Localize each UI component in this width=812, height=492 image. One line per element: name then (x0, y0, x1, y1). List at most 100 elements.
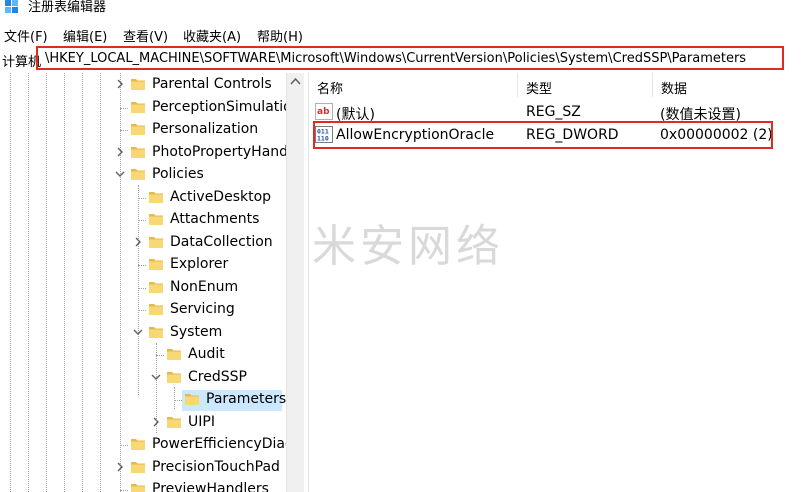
tree-node-label: DataCollection (170, 233, 273, 250)
column-header-label: 数据 (661, 82, 688, 97)
value-row-default[interactable]: ab (默认) REG_SZ (数值未设置) (309, 101, 812, 123)
tree-node-label: PhotoPropertyHand (152, 143, 286, 160)
tree-node[interactable]: Servicing (0, 299, 282, 321)
watermark: 米安网络 (312, 221, 504, 272)
folder-icon (131, 124, 145, 135)
tree-node[interactable]: ActiveDesktop (0, 187, 282, 209)
folder-icon (149, 214, 163, 225)
tree-node-label: PreviewHandlers (152, 481, 269, 492)
key-tree: Parental Controls PerceptionSimulatio Pers… (0, 73, 286, 492)
values-list: 名称 类型 数据 ab (默认) REG_SZ (数值未设置) 011 110 … (309, 73, 812, 492)
tree-node-label: Audit (188, 346, 225, 362)
tree-branch-line (138, 310, 146, 311)
tree-node[interactable]: NonEnum (0, 277, 282, 299)
menu-help[interactable]: 帮助(H) (257, 26, 303, 45)
tree-branch-line (120, 130, 128, 131)
tree-branch-line (120, 445, 128, 446)
tree-node[interactable]: Attachments (0, 209, 282, 231)
folder-icon (131, 79, 145, 90)
tree-scrollbar[interactable] (286, 73, 304, 492)
tree-branch-line (138, 287, 146, 289)
value-type: REG_SZ (526, 104, 581, 120)
folder-icon (167, 349, 181, 360)
tree-node[interactable]: DataCollection (0, 232, 282, 254)
tree-node-label: PrecisionTouchPad (152, 458, 280, 475)
chevron-right-icon[interactable] (114, 78, 126, 90)
tree-node[interactable]: PreviewHandlers (0, 479, 282, 492)
tree-node[interactable]: PrecisionTouchPad (0, 457, 282, 479)
window-title: 注册表编辑器 (28, 0, 107, 15)
tree-node[interactable]: CredSSP (0, 367, 282, 389)
folder-icon (185, 394, 199, 405)
menu-file[interactable]: 文件(F) (4, 26, 48, 45)
tree-node-label: Attachments (170, 211, 260, 227)
tree-node-label: Parental Controls (152, 76, 272, 92)
tree-node[interactable]: System (0, 322, 282, 344)
tree-node[interactable]: Explorer (0, 254, 282, 276)
tree-node[interactable]: Policies (0, 164, 282, 186)
tree-branch-line (138, 197, 146, 199)
folder-icon (167, 416, 181, 428)
folder-icon (149, 259, 163, 270)
chevron-down-icon[interactable] (114, 168, 126, 180)
tree-node-label: Parameters (206, 391, 286, 407)
column-header-data[interactable]: 数据 (653, 73, 812, 97)
column-header-label: 名称 (317, 82, 344, 97)
tree-node[interactable]: Personalization (0, 119, 282, 141)
tree-node[interactable]: Parental Controls (0, 74, 282, 96)
chevron-right-icon[interactable] (132, 236, 144, 248)
menu-bar: 文件(F) 编辑(E) 查看(V) 收藏夹(A) 帮助(H) (0, 24, 812, 45)
folder-icon (167, 371, 181, 383)
column-header-type[interactable]: 类型 (518, 73, 652, 97)
tree-node[interactable]: PerceptionSimulatio (0, 97, 286, 119)
chevron-right-icon[interactable] (114, 461, 126, 473)
address-path[interactable]: \HKEY_LOCAL_MACHINE\SOFTWARE\Microsoft\W… (45, 51, 746, 66)
string-value-icon: ab (315, 103, 333, 120)
menu-edit[interactable]: 编辑(E) (63, 26, 107, 45)
tree-node-label: System (170, 323, 223, 340)
chevron-right-icon[interactable] (150, 416, 162, 428)
column-header-name[interactable]: 名称 (309, 73, 517, 97)
tree-node-label: PerceptionSimulatio (152, 98, 286, 115)
tree-node-label: CredSSP (188, 368, 247, 385)
folder-icon (149, 304, 163, 315)
menu-favorites[interactable]: 收藏夹(A) (183, 26, 241, 45)
folder-icon (131, 101, 145, 113)
folder-icon (149, 326, 163, 338)
column-header-label: 类型 (526, 82, 553, 97)
value-highlight-box (313, 121, 773, 149)
menu-view[interactable]: 查看(V) (123, 26, 168, 45)
tree-node-label: Servicing (170, 301, 235, 317)
tree-node[interactable]: PhotoPropertyHand (0, 142, 286, 164)
tree-branch-line (174, 400, 182, 401)
folder-icon (149, 236, 163, 248)
tree-node[interactable]: Audit (0, 344, 282, 366)
folder-icon (131, 146, 145, 158)
title-bar: 注册表编辑器 (0, 0, 812, 22)
chevron-right-icon[interactable] (114, 146, 126, 158)
tree-node-label: Personalization (152, 121, 259, 137)
tree-node[interactable]: Parameters (0, 389, 286, 411)
tree-node-label: NonEnum (170, 278, 239, 295)
chevron-down-icon[interactable] (132, 326, 144, 338)
tree-branch-line (120, 490, 128, 491)
folder-icon (149, 281, 163, 293)
address-bar[interactable]: 计算机 \HKEY_LOCAL_MACHINE\SOFTWARE\Microso… (0, 46, 812, 72)
registry-editor-icon (5, 0, 18, 13)
folder-icon (131, 439, 145, 450)
folder-icon (131, 169, 145, 180)
tree-node-label: Policies (152, 166, 204, 182)
tree-node-label: ActiveDesktop (170, 188, 272, 205)
chevron-down-icon[interactable] (150, 371, 162, 383)
tree-branch-line (138, 220, 146, 221)
scroll-up-arrow-icon[interactable] (287, 73, 304, 90)
folder-icon (149, 191, 163, 203)
tree-node[interactable]: PowerEfficiencyDiag (0, 434, 286, 456)
folder-icon (131, 461, 145, 473)
tree-node-label: Explorer (170, 256, 229, 272)
tree-node[interactable]: UIPI (0, 412, 282, 434)
tree-node-label: PowerEfficiencyDiag (152, 436, 286, 452)
tree-branch-line (120, 107, 128, 109)
tree-branch-line (138, 265, 146, 266)
tree-branch-line (156, 355, 164, 356)
